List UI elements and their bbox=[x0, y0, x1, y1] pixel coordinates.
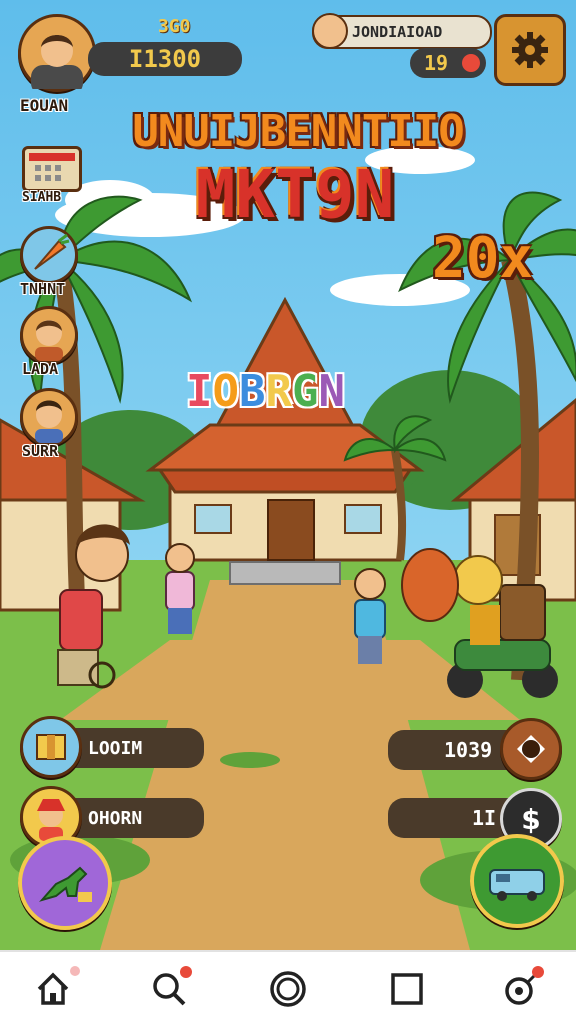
rainbow-letter: O bbox=[212, 366, 240, 417]
nav-home[interactable] bbox=[30, 966, 80, 1012]
stop-button[interactable] bbox=[500, 718, 562, 780]
player-avatar[interactable] bbox=[18, 14, 96, 95]
gear-icon bbox=[512, 32, 548, 68]
villager-girl bbox=[165, 543, 195, 634]
quest-bar[interactable]: JONDIAIOAD bbox=[312, 13, 492, 49]
villager-boy bbox=[354, 568, 386, 664]
shop-stall-icon bbox=[29, 153, 75, 181]
rainbow-word: IOBRGN bbox=[186, 366, 345, 417]
currency-value: I1300 bbox=[128, 45, 202, 73]
sidebar-item-shop[interactable] bbox=[22, 146, 82, 192]
currency-display: I1300 bbox=[88, 42, 242, 76]
svg-text:$: $ bbox=[521, 803, 540, 836]
game-scene: EOUAN 3G0 I1300 JONDIAIOAD 19 UNUIJBENNT… bbox=[0, 0, 576, 950]
package-icon bbox=[36, 734, 66, 760]
nav-square[interactable] bbox=[384, 966, 430, 1012]
van-icon bbox=[489, 869, 545, 901]
rainbow-letter: B bbox=[239, 366, 266, 417]
sidebar-item-label: SURR bbox=[22, 442, 59, 460]
sidebar-item-surr[interactable] bbox=[20, 388, 78, 446]
nav-circle[interactable] bbox=[265, 966, 311, 1012]
stat-value: 1039 bbox=[444, 738, 493, 762]
notification-badge bbox=[532, 966, 544, 978]
vehicle-button[interactable] bbox=[470, 834, 564, 928]
rainbow-letter: N bbox=[318, 366, 346, 417]
action-button-package[interactable] bbox=[20, 716, 82, 778]
rainbow-letter: R bbox=[265, 366, 293, 417]
action-label: LOOIM bbox=[88, 737, 143, 759]
title-line-2: MKT9N bbox=[195, 156, 395, 233]
stat-value: 1I bbox=[472, 806, 497, 830]
notification-badge bbox=[70, 966, 80, 976]
settings-button[interactable] bbox=[494, 14, 566, 86]
villager-avatar-icon bbox=[35, 400, 63, 443]
player-portrait-icon bbox=[31, 35, 83, 95]
quest-counter: 19 bbox=[410, 48, 486, 78]
rainbow-word-text: IOBRGN bbox=[186, 366, 345, 417]
dinosaur-icon bbox=[39, 866, 92, 902]
alert-dot-icon bbox=[462, 54, 480, 72]
home-icon bbox=[37, 972, 69, 1005]
square-icon bbox=[391, 973, 423, 1005]
small-stat: 3G0 bbox=[158, 16, 191, 37]
nav-search[interactable] bbox=[146, 966, 192, 1012]
rainbow-letter: G bbox=[292, 366, 319, 417]
quest-title: JONDIAIOAD bbox=[352, 23, 443, 41]
stop-icon bbox=[517, 735, 545, 763]
villager-avatar-icon bbox=[35, 320, 63, 361]
action-label: OHORN bbox=[88, 807, 143, 829]
carrot-icon bbox=[34, 233, 70, 270]
multiplier-badge: 20x bbox=[432, 226, 534, 291]
bottom-navigation bbox=[0, 950, 576, 1026]
sidebar-item-label: SIAHB bbox=[22, 190, 62, 205]
pet-button[interactable] bbox=[18, 836, 112, 930]
sidebar-item-farm[interactable] bbox=[20, 226, 78, 284]
title-line-1: UNUIJBENNTIIO bbox=[132, 106, 464, 157]
quest-count: 19 bbox=[424, 51, 449, 75]
circle-icon bbox=[270, 971, 306, 1007]
notification-badge bbox=[180, 966, 192, 978]
sidebar-item-label: LADA bbox=[22, 360, 59, 378]
sidebar-item-label: TNHNT bbox=[20, 280, 66, 298]
sidebar-item-lada[interactable] bbox=[20, 306, 78, 364]
rainbow-letter: I bbox=[186, 366, 213, 417]
quest-giver-icon bbox=[312, 13, 348, 49]
nav-profile[interactable] bbox=[498, 966, 544, 1012]
